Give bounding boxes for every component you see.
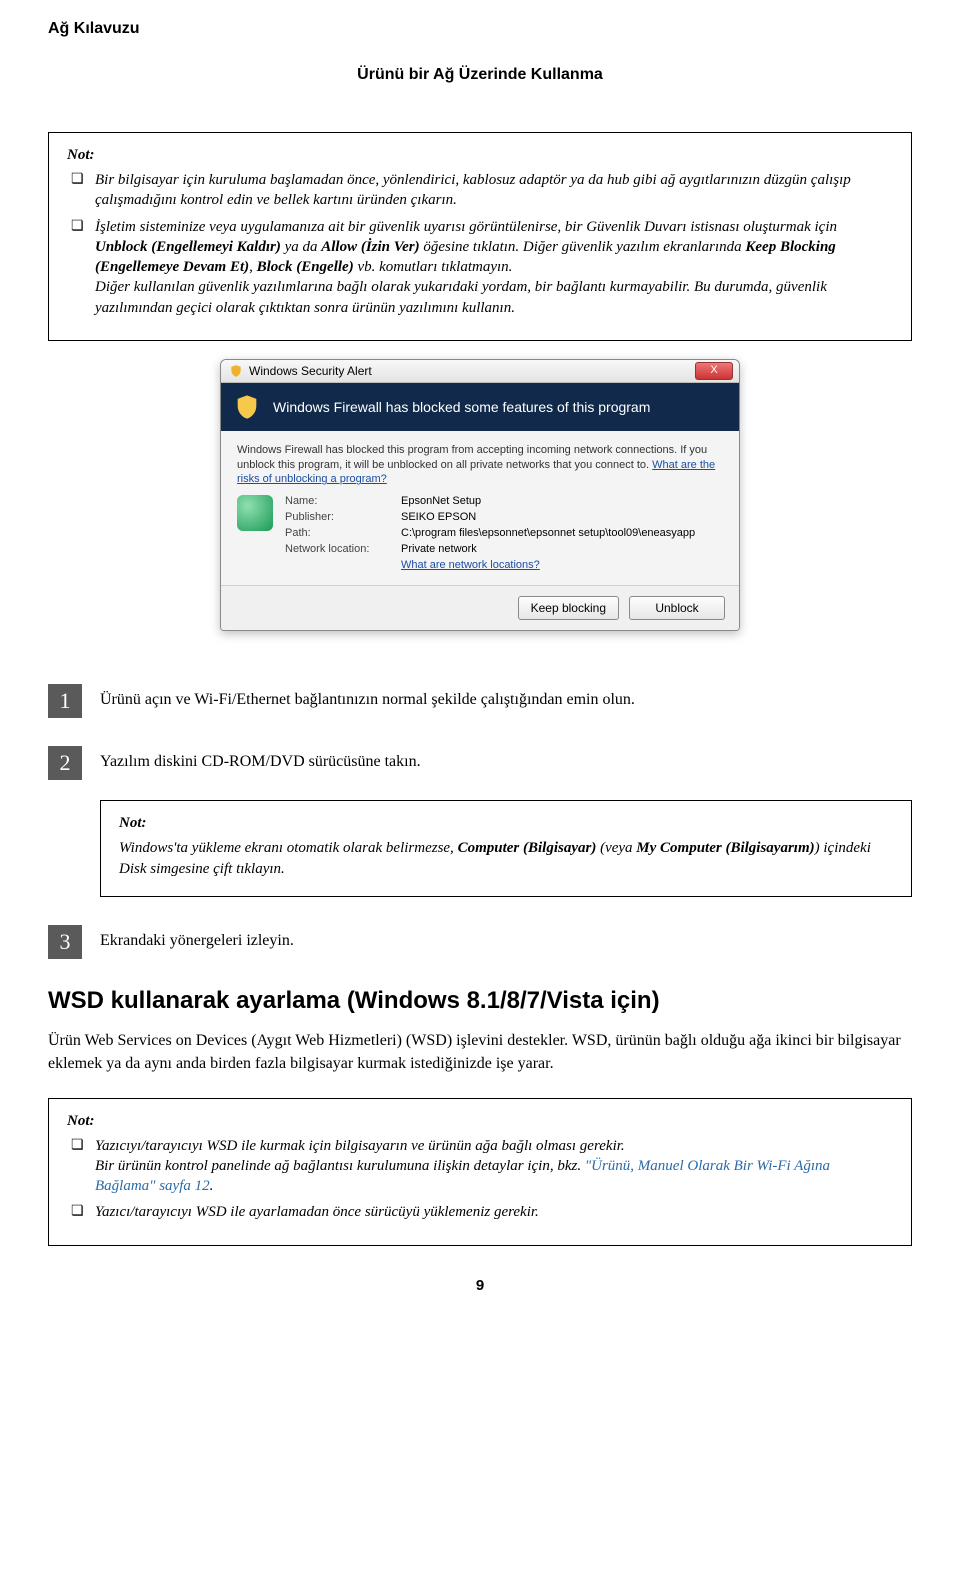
value-network-location: Private network (401, 543, 723, 555)
unblock-button[interactable]: Unblock (629, 596, 725, 620)
section-body: Ürün Web Services on Devices (Aygıt Web … (48, 1029, 912, 1075)
step-2-note: Not: Windows'ta yükleme ekranı otomatik … (100, 800, 912, 897)
firewall-dialog-screenshot: Windows Security Alert X Windows Firewal… (48, 359, 912, 637)
app-icon (237, 495, 273, 531)
chapter-title: Ürünü bir Ağ Üzerinde Kullanma (48, 66, 912, 84)
security-alert-dialog: Windows Security Alert X Windows Firewal… (220, 359, 740, 632)
note-box-1: Not: Bir bilgisayar için kuruluma başlam… (48, 132, 912, 341)
step-number: 3 (48, 925, 82, 959)
step-text: Ürünü açın ve Wi-Fi/Ethernet bağlantınız… (100, 684, 635, 712)
page-number: 9 (0, 1277, 960, 1294)
note-item: Yazıcı/tarayıcıyı WSD ile ayarlamadan ön… (67, 1202, 893, 1222)
label-path: Path: (285, 527, 395, 539)
note-item: Yazıcıyı/tarayıcıyı WSD ile kurmak için … (67, 1136, 893, 1197)
step-text: Ekrandaki yönergeleri izleyin. (100, 925, 294, 953)
step-text: Yazılım diskini CD-ROM/DVD sürücüsüne ta… (100, 746, 421, 774)
dialog-body: Windows Firewall has blocked this progra… (221, 431, 739, 586)
label-name: Name: (285, 495, 395, 507)
cross-ref-link[interactable]: "Ürünü, Manuel Olarak Bir Wi-Fi Ağına Ba… (95, 1158, 830, 1194)
note-box-2: Not: Yazıcıyı/tarayıcıyı WSD ile kurmak … (48, 1098, 912, 1246)
step-3: 3 Ekrandaki yönergeleri izleyin. (48, 925, 912, 959)
shield-icon (229, 364, 243, 378)
note-body: Windows'ta yükleme ekranı otomatik olara… (119, 838, 893, 880)
dialog-title: Windows Security Alert (249, 364, 372, 378)
keep-blocking-button[interactable]: Keep blocking (518, 596, 619, 620)
value-name: EpsonNet Setup (401, 495, 723, 507)
shield-icon (233, 393, 261, 421)
value-path: C:\program files\epsonnet\epsonnet setup… (401, 527, 723, 539)
close-button[interactable]: X (695, 362, 733, 380)
note-item: Bir bilgisayar için kuruluma başlamadan … (67, 170, 893, 211)
label-network-location: Network location: (285, 543, 395, 555)
step-number: 2 (48, 746, 82, 780)
label-publisher: Publisher: (285, 511, 395, 523)
note-label: Not: (67, 1113, 893, 1130)
step-2: 2 Yazılım diskini CD-ROM/DVD sürücüsüne … (48, 746, 912, 780)
note-label: Not: (119, 815, 893, 832)
step-1: 1 Ürünü açın ve Wi-Fi/Ethernet bağlantın… (48, 684, 912, 718)
section-heading-wsd: WSD kullanarak ayarlama (Windows 8.1/8/7… (48, 987, 912, 1015)
step-number: 1 (48, 684, 82, 718)
note-item: İşletim sisteminize veya uygulamanıza ai… (67, 217, 893, 318)
dialog-footer: Keep blocking Unblock (221, 585, 739, 630)
dialog-info-text: Windows Firewall has blocked this progra… (237, 443, 723, 488)
dialog-banner: Windows Firewall has blocked some featur… (221, 383, 739, 431)
dialog-titlebar: Windows Security Alert X (221, 360, 739, 383)
document-title: Ağ Kılavuzu (48, 20, 912, 38)
note-label: Not: (67, 147, 893, 164)
network-locations-link[interactable]: What are network locations? (401, 559, 540, 571)
value-publisher: SEIKO EPSON (401, 511, 723, 523)
dialog-banner-text: Windows Firewall has blocked some featur… (273, 399, 650, 415)
